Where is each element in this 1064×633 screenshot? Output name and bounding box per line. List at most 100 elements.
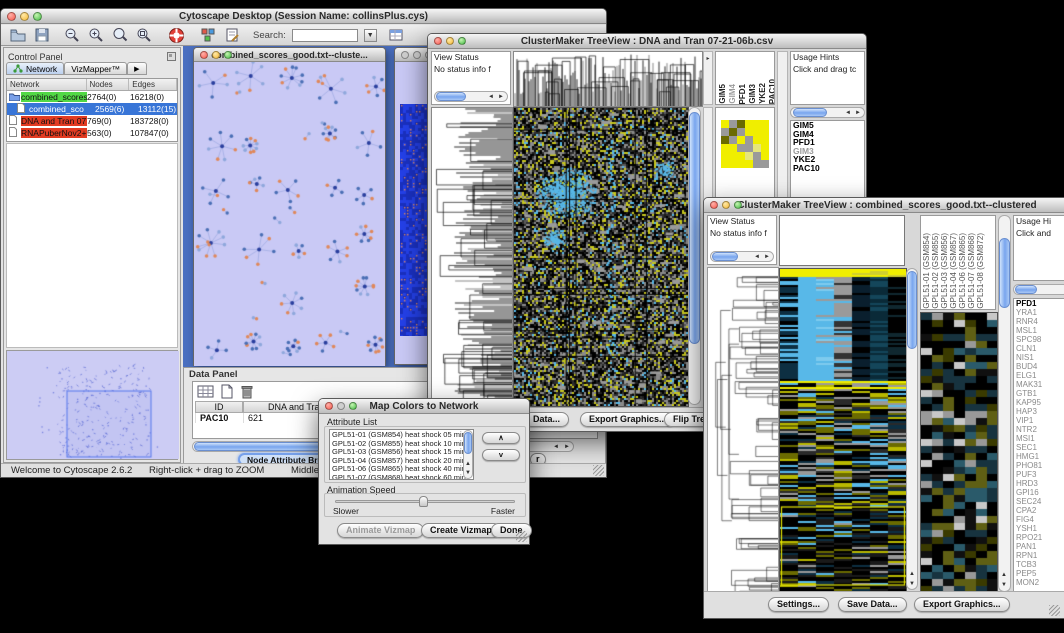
- gene-label[interactable]: VIP1: [1016, 416, 1064, 425]
- move-up-button[interactable]: ∧: [482, 432, 520, 444]
- network-row[interactable]: DNA and Tran 07769(0)183728(0): [7, 115, 177, 127]
- zoom-button[interactable]: [224, 51, 232, 59]
- close-button[interactable]: [325, 402, 333, 410]
- zoom-fit-icon[interactable]: [135, 26, 153, 44]
- tab-overflow-arrow[interactable]: ▶: [127, 62, 146, 75]
- animate-vizmap-button[interactable]: Animate Vizmap: [337, 523, 424, 538]
- dialog-titlebar[interactable]: Map Colors to Network: [319, 399, 529, 414]
- minimize-button[interactable]: [722, 201, 730, 209]
- zoom-button[interactable]: [33, 12, 42, 21]
- network-row[interactable]: combined_sco2569(6)13112(15): [7, 103, 177, 115]
- gene-label[interactable]: PUF3: [1016, 470, 1064, 479]
- gene-label[interactable]: YSH1: [1016, 524, 1064, 533]
- help-lifering-icon[interactable]: [167, 26, 185, 44]
- network-view-titlebar[interactable]: combined_scores_good.txt--cluste...: [194, 48, 385, 62]
- tv2-heat-vscrollbar[interactable]: ▲▼: [906, 268, 918, 590]
- gene-label[interactable]: SEC24: [1016, 497, 1064, 506]
- tv1-export-graphics-button[interactable]: Export Graphics...: [580, 412, 676, 427]
- zoom-selected-icon[interactable]: [111, 26, 129, 44]
- attribute-listbox[interactable]: GPL51-01 (GSM854) heat shock 05 minGPL51…: [329, 429, 474, 480]
- gene-label[interactable]: MSL1: [1016, 326, 1064, 335]
- open-icon[interactable]: [9, 26, 27, 44]
- gene-label[interactable]: BUD4: [1016, 362, 1064, 371]
- network-list-header[interactable]: Network Nodes Edges: [7, 79, 177, 91]
- tv1-heatmap[interactable]: [513, 107, 689, 407]
- gene-label[interactable]: YRA1: [1016, 308, 1064, 317]
- network-row[interactable]: RNAPuberNov2+I563(0)107847(0): [7, 127, 177, 139]
- tv1-vscrollbar[interactable]: [688, 107, 701, 405]
- close-button[interactable]: [710, 201, 718, 209]
- minimize-button[interactable]: [446, 37, 454, 45]
- treeview1-titlebar[interactable]: ClusterMaker TreeView : DNA and Tran 07-…: [428, 34, 866, 49]
- gene-label[interactable]: CPA2: [1016, 506, 1064, 515]
- float-panel-icon[interactable]: [167, 48, 180, 66]
- attribute-browser-icon[interactable]: [387, 26, 405, 44]
- network-canvas[interactable]: [194, 62, 385, 366]
- tab-vizmapper[interactable]: VizMapper™: [64, 62, 127, 75]
- treeview2-titlebar[interactable]: ClusterMaker TreeView : combined_scores_…: [704, 198, 1064, 213]
- gene-label[interactable]: MON2: [1016, 578, 1064, 587]
- gene-label[interactable]: HRD3: [1016, 479, 1064, 488]
- gene-label[interactable]: FIG4: [1016, 515, 1064, 524]
- gene-label[interactable]: PFD1: [1016, 299, 1064, 308]
- birdseye-view[interactable]: [6, 350, 178, 460]
- resize-grip[interactable]: [516, 531, 527, 542]
- minimize-button[interactable]: [337, 402, 345, 410]
- tv1-zoom-matrix[interactable]: [721, 120, 769, 168]
- close-button[interactable]: [434, 37, 442, 45]
- tv1-column-dendrogram[interactable]: [513, 51, 703, 107]
- gene-label[interactable]: RNR4: [1016, 317, 1064, 326]
- gene-label[interactable]: KAP95: [1016, 398, 1064, 407]
- gene-label[interactable]: CLN1: [1016, 344, 1064, 353]
- tab-network[interactable]: Network: [6, 62, 64, 75]
- zoom-in-icon[interactable]: [87, 26, 105, 44]
- tv1-row-dendrogram[interactable]: [431, 107, 513, 407]
- attribute-list-item[interactable]: GPL51-07 (GSM868) heat shock 60 min: [332, 474, 471, 480]
- tv2-usage-hscrollbar[interactable]: [1013, 284, 1064, 295]
- gene-label[interactable]: MAK31: [1016, 380, 1064, 389]
- minimize-button[interactable]: [20, 12, 29, 21]
- search-input[interactable]: [292, 29, 358, 42]
- main-titlebar[interactable]: Cytoscape Desktop (Session Name: collins…: [1, 9, 606, 24]
- close-button[interactable]: [7, 12, 16, 21]
- search-dropdown-button[interactable]: ▼: [364, 29, 377, 42]
- gene-label[interactable]: PEP5: [1016, 569, 1064, 578]
- gene-label[interactable]: ELG1: [1016, 371, 1064, 380]
- create-vizmap-button[interactable]: Create Vizmap: [421, 523, 501, 538]
- tv1-usage-hscrollbar[interactable]: ◄►: [790, 107, 865, 118]
- gene-label[interactable]: NIS1: [1016, 353, 1064, 362]
- tv2-export-graphics-button[interactable]: Export Graphics...: [914, 597, 1010, 612]
- gene-label[interactable]: RPN1: [1016, 551, 1064, 560]
- tv2-row-dendrogram[interactable]: [707, 267, 779, 591]
- tv2-status-hscrollbar[interactable]: ◄►: [710, 251, 774, 262]
- gene-label[interactable]: PHO81: [1016, 461, 1064, 470]
- tv2-save-data-button[interactable]: Save Data...: [838, 597, 907, 612]
- vizmapper-icon[interactable]: [199, 26, 217, 44]
- network-view-window[interactable]: combined_scores_good.txt--cluste...: [193, 47, 386, 366]
- zoom-button[interactable]: [458, 37, 466, 45]
- tv2-heatmap[interactable]: [779, 268, 907, 591]
- tv2-column-dendrogram-area[interactable]: [779, 215, 905, 266]
- tv2-zoom-vscrollbar[interactable]: ▲▼: [998, 215, 1011, 591]
- zoom-button[interactable]: [734, 201, 742, 209]
- save-icon[interactable]: [33, 26, 51, 44]
- zoom-out-icon[interactable]: [63, 26, 81, 44]
- gene-label[interactable]: HMG1: [1016, 452, 1064, 461]
- gene-label[interactable]: TCB3: [1016, 560, 1064, 569]
- gene-label[interactable]: RPO21: [1016, 533, 1064, 542]
- move-down-button[interactable]: v: [482, 449, 520, 461]
- tv2-zoom-heatmap[interactable]: [920, 312, 998, 591]
- gene-label[interactable]: GPI16: [1016, 488, 1064, 497]
- network-row[interactable]: combined_scores2764(0)16218(0): [7, 91, 177, 103]
- gene-label[interactable]: PAN1: [1016, 542, 1064, 551]
- close-button[interactable]: [200, 51, 208, 59]
- scroll-left-arrow[interactable]: ◄: [551, 442, 561, 452]
- data-col-id[interactable]: ID: [195, 401, 243, 413]
- gene-label[interactable]: HAP3: [1016, 407, 1064, 416]
- resize-grip[interactable]: [593, 465, 604, 476]
- tv1-corner-strip[interactable]: ▸: [703, 51, 713, 105]
- tv2-settings-button[interactable]: Settings...: [768, 597, 829, 612]
- gene-label[interactable]: MSI1: [1016, 434, 1064, 443]
- gene-label[interactable]: SEC1: [1016, 443, 1064, 452]
- tv1-status-hscrollbar[interactable]: ◄►: [434, 91, 508, 102]
